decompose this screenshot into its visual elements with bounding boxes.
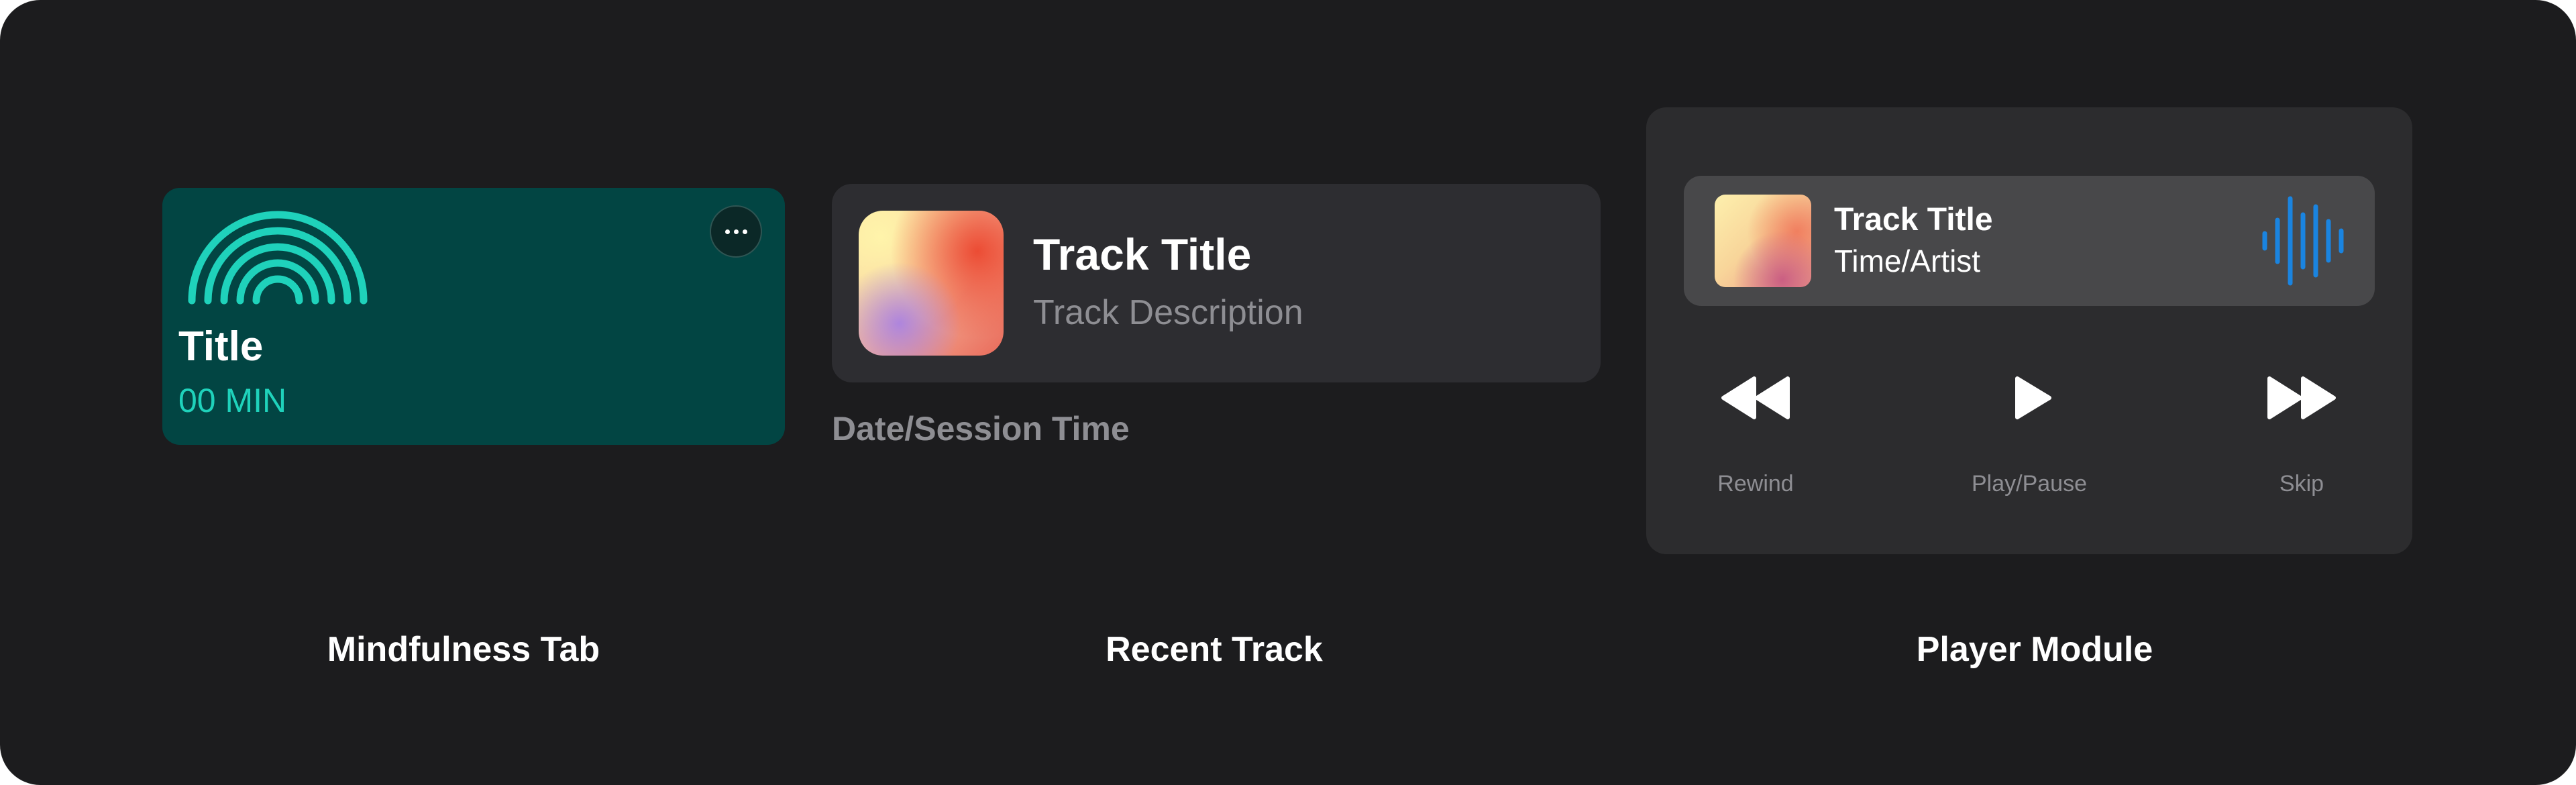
recent-track-date: Date/Session Time: [832, 410, 1130, 448]
section-label-mindfulness: Mindfulness Tab: [327, 630, 600, 669]
now-playing-artwork: [1715, 195, 1811, 287]
recent-track-description: Track Description: [1033, 293, 1303, 332]
fast-forward-icon: [2267, 376, 2336, 419]
rainbow-arcs-icon: [188, 211, 368, 305]
track-artwork: [859, 211, 1004, 356]
mindfulness-tab-card[interactable]: Title 00 MIN: [162, 188, 785, 445]
now-playing-bar[interactable]: Track Title Time/Artist: [1684, 176, 2375, 306]
play-icon: [2015, 376, 2051, 419]
recent-track-card[interactable]: Track Title Track Description: [832, 184, 1601, 382]
rewind-button[interactable]: Rewind: [1682, 374, 1829, 509]
canvas: Title 00 MIN Track Title Track Descripti…: [0, 0, 2576, 785]
section-label-player: Player Module: [1916, 630, 2153, 669]
skip-label: Skip: [2279, 471, 2324, 496]
player-module: Track Title Time/Artist Rewind Play/Paus…: [1646, 107, 2412, 554]
rewind-label: Rewind: [1717, 471, 1794, 496]
section-label-recent-track: Recent Track: [1106, 630, 1323, 669]
ellipsis-icon: [733, 229, 739, 234]
ellipsis-icon: [724, 229, 730, 234]
mindfulness-title: Title: [178, 323, 264, 370]
more-options-button[interactable]: [710, 205, 762, 258]
recent-track-title: Track Title: [1033, 229, 1252, 279]
ellipsis-icon: [742, 229, 747, 234]
skip-button[interactable]: Skip: [2228, 374, 2375, 509]
play-pause-label: Play/Pause: [1972, 471, 2087, 496]
play-pause-button[interactable]: Play/Pause: [1955, 374, 2103, 509]
rewind-icon: [1721, 376, 1790, 419]
mindfulness-duration: 00 MIN: [178, 382, 287, 419]
now-playing-title: Track Title: [1834, 202, 1993, 238]
now-playing-subtitle: Time/Artist: [1834, 244, 1981, 278]
waveform-icon: [2262, 196, 2344, 286]
